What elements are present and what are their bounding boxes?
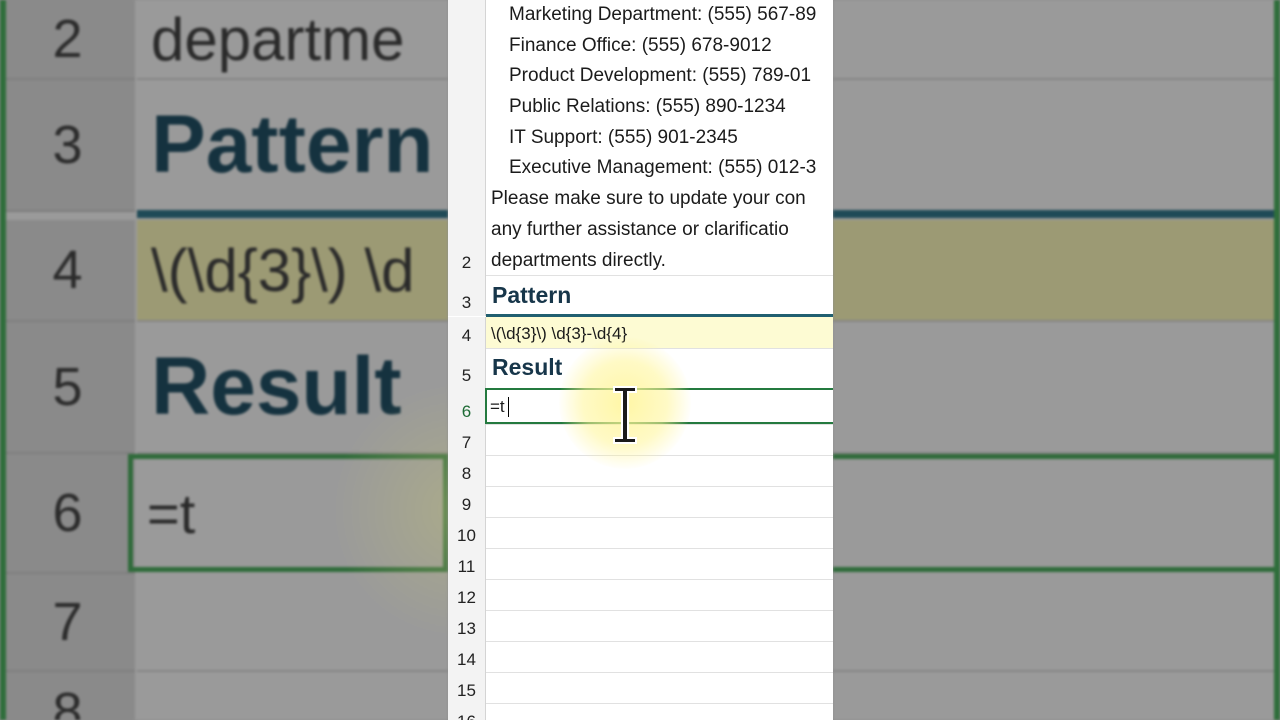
empty-cell[interactable] <box>486 487 833 518</box>
cell-text-line: Public Relations: (555) 890-1234 <box>509 96 786 117</box>
cell-pattern-header[interactable]: Pattern <box>486 276 833 316</box>
bg-green-edge <box>0 0 6 720</box>
empty-cell[interactable] <box>486 673 833 704</box>
cell-text-line: any further assistance or clarificatio <box>491 219 789 240</box>
row-header-4[interactable]: 4 <box>448 317 486 349</box>
row-header-16[interactable]: 16 <box>448 704 486 720</box>
empty-cell[interactable] <box>486 580 833 611</box>
zoomed-background-right <box>833 0 1280 720</box>
bg-header-rule <box>833 210 1280 218</box>
pattern-regex-text: \(\d{3}\) \d{3}-\d{4} <box>491 324 628 343</box>
empty-cell[interactable] <box>486 425 833 456</box>
cell-pattern-value[interactable]: \(\d{3}\) \d{3}-\d{4} <box>486 317 833 349</box>
row-header-11[interactable]: 11 <box>448 549 486 580</box>
row-header-15[interactable]: 15 <box>448 673 486 704</box>
row-header-10[interactable]: 10 <box>448 518 486 549</box>
bg-cell-empty <box>833 80 1280 212</box>
cell-text-line: Product Development: (555) 789-01 <box>509 65 812 86</box>
empty-cell[interactable] <box>486 704 833 720</box>
cell-text-line: Finance Office: (555) 678-9012 <box>509 35 772 56</box>
cell-text-line: departments directly. <box>491 250 666 271</box>
bg-row-number: 8 <box>0 672 135 720</box>
row-header-13[interactable]: 13 <box>448 611 486 642</box>
cell-result-header[interactable]: Result <box>486 349 833 389</box>
cell-text-line: Executive Management: (555) 012-3 <box>509 157 817 178</box>
active-cell-border <box>485 388 833 424</box>
row-header-8[interactable]: 8 <box>448 456 486 487</box>
bg-row-number: 2 <box>0 0 135 80</box>
bg-cell-text: \(\d{3}\) \d <box>137 220 448 322</box>
row-header-7[interactable]: 7 <box>448 425 486 456</box>
empty-cell[interactable] <box>486 611 833 642</box>
bg-cell-yellow <box>833 220 1280 322</box>
bg-cell-empty <box>833 0 1280 80</box>
bg-row-number: 7 <box>0 574 135 672</box>
result-header-label: Result <box>492 354 563 380</box>
cell-text-line: IT Support: (555) 901-2345 <box>509 127 738 148</box>
row-header-5[interactable]: 5 <box>448 349 486 389</box>
cell-text-line: Marketing Department: (555) 567-89 <box>509 4 817 25</box>
bg-row-number: 5 <box>0 322 135 454</box>
pattern-header-label: Pattern <box>492 282 572 308</box>
cell-text-line: Please make sure to update your con <box>491 188 806 209</box>
cell-row-2[interactable]: Marketing Department: (555) 567-89 Finan… <box>486 0 833 276</box>
bg-green-edge <box>1274 0 1280 720</box>
row-header-12[interactable]: 12 <box>448 580 486 611</box>
row-header-2[interactable]: 2 <box>448 0 486 276</box>
bg-cell-text: Pattern <box>137 80 448 212</box>
empty-cell[interactable] <box>486 456 833 487</box>
bg-header-rule <box>137 210 448 218</box>
bg-cell-empty <box>833 574 1280 672</box>
spreadsheet-grid[interactable]: 2 Marketing Department: (555) 567-89 Fin… <box>448 0 833 720</box>
bg-row-number: 6 <box>0 454 135 574</box>
row-header-14[interactable]: 14 <box>448 642 486 673</box>
bg-active-cell-extension <box>833 454 1280 572</box>
bg-cell-empty <box>833 322 1280 454</box>
empty-cell[interactable] <box>486 518 833 549</box>
bg-cell-text: departme <box>137 0 448 80</box>
empty-cell[interactable] <box>486 642 833 673</box>
row-header-6[interactable]: 6 <box>448 389 486 425</box>
bg-row-number: 4 <box>0 220 135 322</box>
empty-cell[interactable] <box>486 549 833 580</box>
zoomed-background-left: 2 departme 3 Pattern 4 \(\d{3}\) \d 5 Re… <box>0 0 448 720</box>
row-header-9[interactable]: 9 <box>448 487 486 518</box>
bg-row-number: 3 <box>0 80 135 212</box>
row-header-3[interactable]: 3 <box>448 276 486 316</box>
